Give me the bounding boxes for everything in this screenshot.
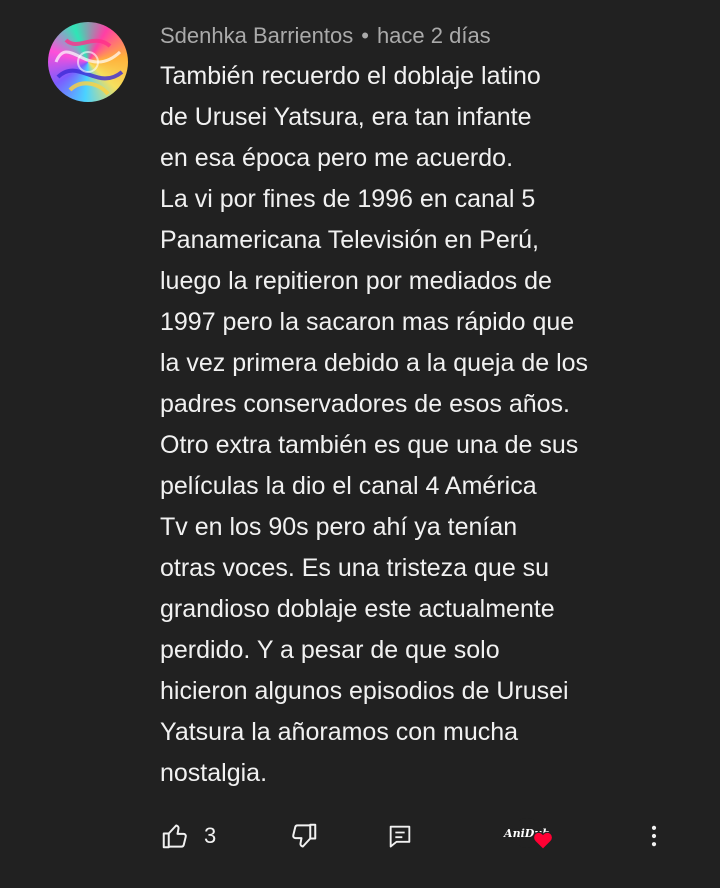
comment-timestamp: hace 2 días xyxy=(376,23,491,48)
like-count: 3 xyxy=(204,823,217,848)
author-avatar[interactable] xyxy=(48,22,128,102)
like-button[interactable]: 3 xyxy=(160,812,216,860)
comment-line: hicieron algunos episodios de Urusei xyxy=(160,677,569,705)
comment-line: perdido. Y a pesar de que solo xyxy=(160,636,500,664)
comment-actions: 3 AniDub xyxy=(0,812,720,860)
avatar-image xyxy=(54,38,124,96)
creator-heart-badge[interactable]: AniDub xyxy=(504,812,556,860)
creator-heart-icon xyxy=(533,831,553,850)
comment-line: Panamericana Televisión en Perú, xyxy=(160,226,539,254)
comment-line: en esa época pero me acuerdo. xyxy=(160,144,514,172)
comment-text: También recuerdo el doblaje latino de Ur… xyxy=(160,56,680,794)
comment-line: otras voces. Es una tristeza que su xyxy=(160,554,550,582)
comment-line: grandioso doblaje este actualmente xyxy=(160,595,555,623)
more-vertical-icon xyxy=(651,825,657,847)
comment-line: También recuerdo el doblaje latino xyxy=(160,62,541,90)
comment-line: luego la repitieron por mediados de xyxy=(160,267,552,295)
comment-line: Yatsura la añoramos con mucha xyxy=(160,718,519,746)
comment-line: películas la dio el canal 4 América xyxy=(160,472,537,500)
more-options-button[interactable] xyxy=(640,812,668,860)
comment-meta: Sdenhka Barrientos • hace 2 días xyxy=(160,22,491,50)
comment-line: Otro extra también es que una de sus xyxy=(160,431,579,459)
comment-line: padres conservadores de esos años. xyxy=(160,390,570,418)
thumbs-down-icon xyxy=(292,823,317,848)
comment-line: Tv en los 90s pero ahí ya tenían xyxy=(160,513,518,541)
thumbs-up-icon xyxy=(162,824,187,849)
author-name[interactable]: Sdenhka Barrientos xyxy=(160,23,353,48)
reply-comment-icon xyxy=(389,825,411,848)
comment-line: la vez primera debido a la queja de los xyxy=(160,349,589,377)
comment-line: 1997 pero la sacaron mas rápido que xyxy=(160,308,575,336)
comment-line: de Urusei Yatsura, era tan infante xyxy=(160,103,532,131)
comment-line: nostalgia. xyxy=(160,759,268,787)
creator-avatar: AniDub xyxy=(504,816,556,856)
comment-thread: Sdenhka Barrientos • hace 2 días También r… xyxy=(0,0,720,888)
meta-separator: • xyxy=(361,23,369,48)
dislike-button[interactable] xyxy=(289,812,319,860)
reply-button[interactable] xyxy=(386,812,414,860)
comment-line: La vi por fines de 1996 en canal 5 xyxy=(160,185,536,213)
